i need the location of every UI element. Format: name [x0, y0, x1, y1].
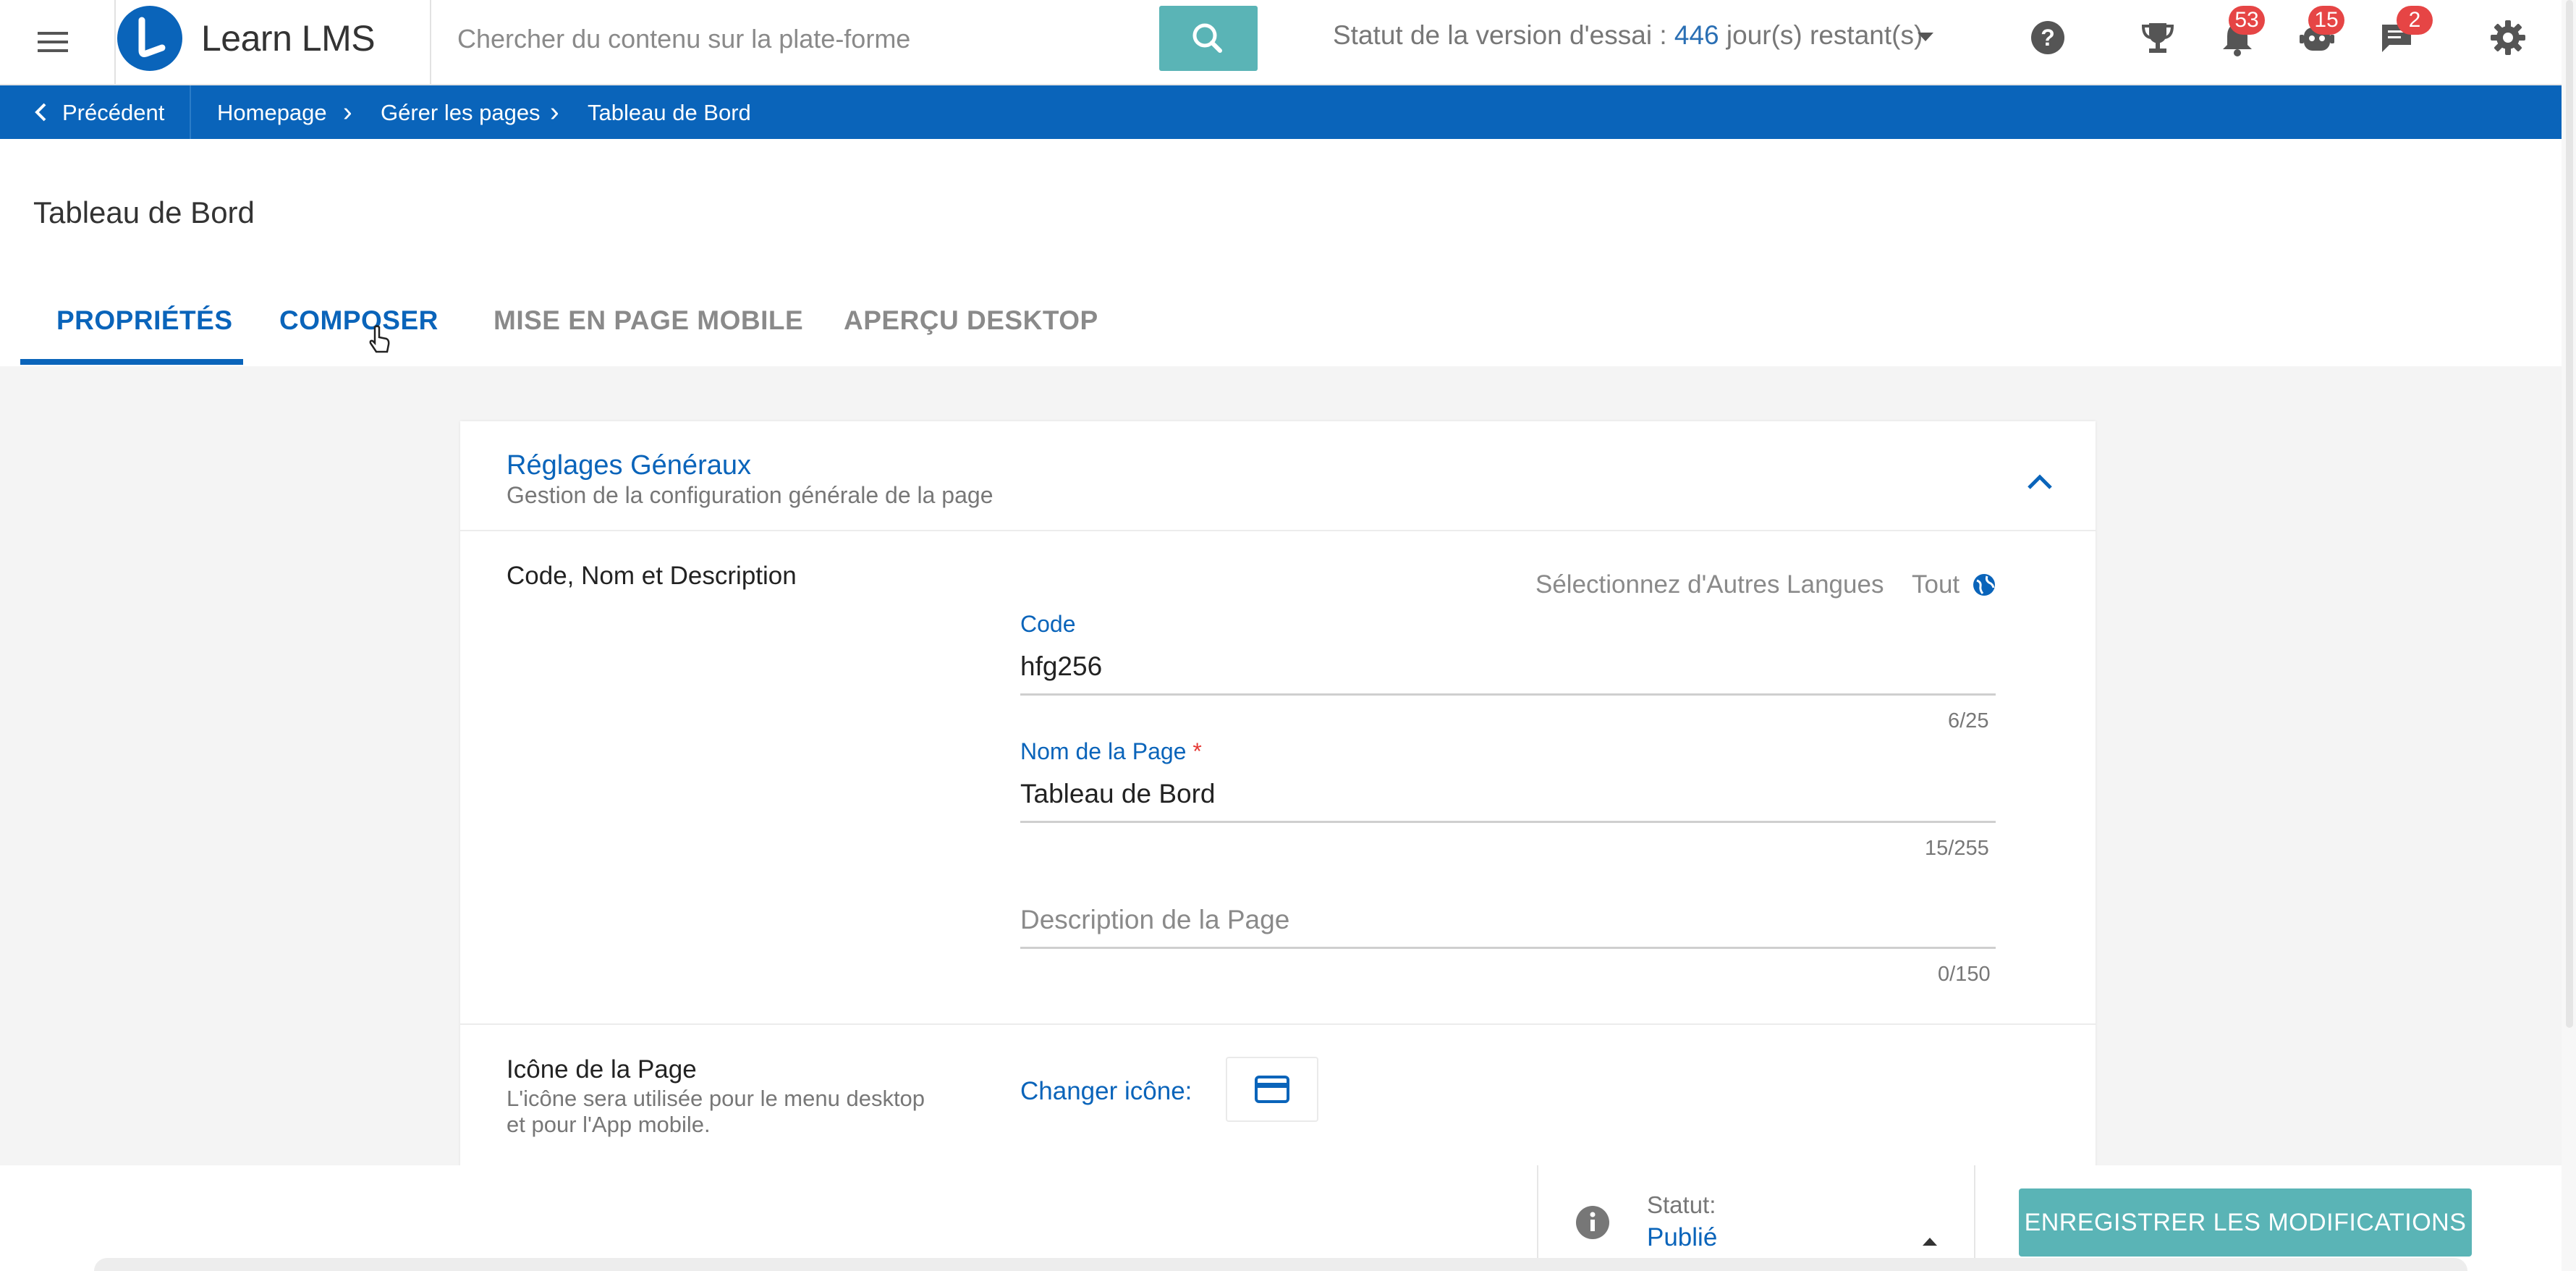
search-input[interactable]: [456, 20, 1153, 58]
tab-composer[interactable]: COMPOSER: [279, 305, 438, 336]
breadcrumb-item-homepage[interactable]: Homepage: [217, 100, 327, 126]
page-name-char-counter: 15/255: [1925, 837, 1989, 860]
search-button[interactable]: [1159, 6, 1258, 71]
tab-desktop-preview[interactable]: APERÇU DESKTOP: [844, 305, 1098, 336]
page-name-field-label: Nom de la Page *: [1020, 738, 1202, 765]
svg-text:?: ?: [2041, 25, 2055, 51]
required-marker: *: [1192, 738, 1202, 764]
trophy-icon[interactable]: [2136, 16, 2179, 59]
page-icon-hint-line-2: et pour l'App mobile.: [507, 1112, 711, 1137]
notification-badge: 53: [2229, 6, 2265, 35]
page-name-field[interactable]: Tableau de Bord: [1020, 779, 1996, 809]
other-languages-label: Sélectionnez d'Autres Langues: [1535, 570, 1884, 599]
scrollbar-thumb[interactable]: [2566, 0, 2573, 1028]
chevron-left-icon: [35, 103, 46, 122]
save-changes-button[interactable]: ENREGISTRER LES MODIFICATIONS: [2019, 1188, 2472, 1257]
page-description-field-underline: [1020, 947, 1996, 949]
chevron-down-icon[interactable]: [1915, 26, 1936, 48]
breadcrumb-separator-icon: ›: [550, 97, 559, 127]
change-icon-button[interactable]: [1226, 1057, 1318, 1122]
page-name-field-underline: [1020, 821, 1996, 823]
code-field[interactable]: hfg256: [1020, 651, 1996, 682]
section-subtitle: Gestion de la configuration générale de …: [507, 482, 993, 508]
code-field-underline: [1020, 693, 1996, 696]
breadcrumb-separator-icon: ›: [343, 97, 352, 127]
search-icon: [1192, 23, 1222, 53]
back-button-label: Précédent: [62, 100, 165, 125]
section-divider: [460, 1023, 2096, 1025]
trial-status-suffix: jour(s) restant(s): [1719, 20, 1923, 50]
breadcrumb-item-current: Tableau de Bord: [588, 100, 751, 125]
page-icon-hint-line-1: L'icône sera utilisée pour le menu deskt…: [507, 1086, 925, 1111]
page-icon-hint: L'icône sera utilisée pour le menu deskt…: [507, 1086, 925, 1138]
tab-properties[interactable]: PROPRIÉTÉS: [56, 305, 233, 336]
language-value: Tout: [1912, 570, 1960, 599]
breadcrumb-item-manage-pages[interactable]: Gérer les pages: [381, 100, 541, 126]
tab-mobile-layout[interactable]: MISE EN PAGE MOBILE: [493, 305, 803, 336]
trial-status[interactable]: Statut de la version d'essai : 446 jour(…: [1333, 20, 1923, 51]
app-logo[interactable]: [117, 6, 182, 71]
globe-icon[interactable]: [1971, 572, 1997, 598]
trial-status-label: Statut de la version d'essai :: [1333, 20, 1674, 50]
page-description-char-counter: 0/150: [1938, 963, 1991, 986]
credit-card-icon: [1255, 1076, 1289, 1103]
info-icon: [1575, 1204, 1611, 1241]
message-badge: 2: [2397, 6, 2433, 35]
page-title: Tableau de Bord: [33, 195, 255, 229]
page-name-label-text: Nom de la Page: [1020, 738, 1187, 764]
section-title: Réglages Généraux: [507, 450, 751, 481]
help-icon[interactable]: ?: [2026, 16, 2069, 59]
code-char-counter: 6/25: [1948, 709, 1989, 732]
gear-icon[interactable]: [2486, 16, 2530, 59]
back-button[interactable]: Précédent: [0, 85, 191, 139]
active-tab-indicator: [20, 359, 243, 365]
chevron-up-icon[interactable]: [2022, 466, 2058, 498]
menu-icon[interactable]: [32, 22, 75, 62]
code-field-label: Code: [1020, 611, 1076, 637]
change-icon-label: Changer icône:: [1020, 1077, 1192, 1105]
status-value: Publié: [1647, 1223, 1718, 1251]
status-select[interactable]: Publié: [1647, 1223, 1951, 1259]
section-divider: [460, 530, 2096, 531]
page-bottom-edge: [94, 1258, 2467, 1271]
language-selector[interactable]: Tout: [1912, 570, 1959, 599]
page-icon-label: Icône de la Page: [507, 1055, 697, 1084]
code-name-description-label: Code, Nom et Description: [507, 562, 797, 590]
trial-days-count: 446: [1674, 20, 1719, 50]
status-label: Statut:: [1647, 1191, 1716, 1218]
app-title: Learn LMS: [201, 18, 376, 59]
bot-badge: 15: [2308, 6, 2344, 35]
page-description-field[interactable]: Description de la Page: [1020, 905, 1996, 935]
caret-up-icon: [1923, 1238, 1937, 1246]
hand-cursor-icon: [368, 324, 392, 355]
